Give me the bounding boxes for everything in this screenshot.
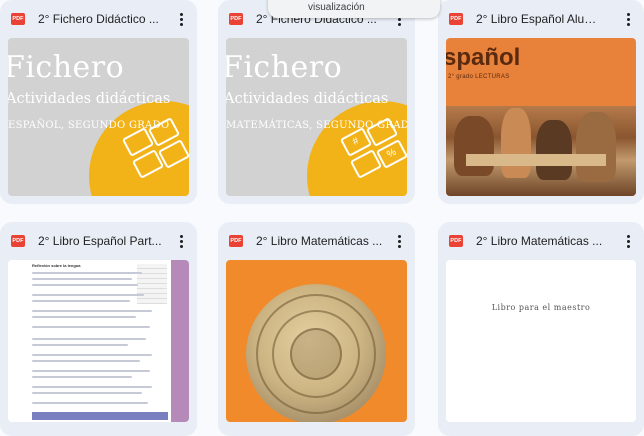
thumbnail-heading: Fichero	[8, 50, 125, 85]
file-title: 2° Libro Matemáticas ...	[476, 234, 603, 248]
file-card[interactable]: PDF 2° Libro Español Part... Reflexión s…	[0, 222, 197, 436]
thumbnail-heading: spañol	[446, 44, 521, 71]
more-vert-icon[interactable]	[171, 231, 191, 251]
tooltip-text: visualización	[308, 2, 365, 13]
file-card[interactable]: PDF 2° Libro Matemáticas ... Libro para …	[438, 222, 644, 436]
file-card-header: PDF 2° Fichero Didáctico ...	[0, 0, 197, 36]
calendar-stone-illustration	[246, 284, 386, 422]
pdf-icon: PDF	[449, 235, 463, 247]
tiles-illustration: # %	[339, 117, 407, 186]
tiles-illustration	[121, 117, 189, 186]
file-title: 2° Fichero Didáctico ...	[38, 12, 159, 26]
pdf-icon: PDF	[11, 235, 25, 247]
more-vert-icon[interactable]	[389, 231, 409, 251]
file-card[interactable]: PDF 2° Libro Español Alum... spañol 2° g…	[438, 0, 644, 204]
file-thumbnail[interactable]: Reflexión sobre la lengua	[8, 260, 189, 422]
thumbnail-subtitle: Actividades didácticas	[8, 91, 171, 107]
more-vert-icon[interactable]	[618, 9, 638, 29]
thumbnail-subtitle: Actividades didácticas	[226, 91, 389, 107]
file-title: 2° Libro Español Part...	[38, 234, 162, 248]
thumbnail-subtitle: 2° grado LECTURAS	[448, 74, 510, 80]
file-thumbnail[interactable]: Fichero Actividades didácticas MATEMÁTIC…	[226, 38, 407, 196]
file-card[interactable]: PDF 2° Fichero Didáctico ... Fichero Act…	[218, 0, 415, 204]
more-vert-icon[interactable]	[618, 231, 638, 251]
mural-illustration	[446, 106, 636, 196]
pdf-icon: PDF	[229, 13, 243, 25]
file-thumbnail[interactable]: spañol 2° grado LECTURAS	[446, 38, 636, 196]
file-card-header: PDF 2° Libro Español Part...	[0, 222, 197, 258]
file-card[interactable]: PDF 2° Fichero Didáctico ... Fichero Act…	[0, 0, 197, 204]
thumbnail-heading: Fichero	[226, 50, 343, 85]
thumbnail-heading: Libro para el maestro	[491, 303, 591, 312]
tooltip: visualización	[268, 0, 440, 18]
file-title: 2° Libro Español Alum...	[476, 12, 604, 26]
file-thumbnail[interactable]: Libro para el maestro	[446, 260, 636, 422]
file-card-header: PDF 2° Libro Matemáticas ...	[438, 222, 644, 258]
pdf-icon: PDF	[11, 13, 25, 25]
file-card-header: PDF 2° Libro Español Alum...	[438, 0, 644, 36]
pdf-icon: PDF	[449, 13, 463, 25]
file-thumbnail[interactable]	[226, 260, 407, 422]
file-card-header: PDF 2° Libro Matemáticas ...	[218, 222, 415, 258]
file-title: 2° Libro Matemáticas ...	[256, 234, 383, 248]
pdf-icon: PDF	[229, 235, 243, 247]
file-thumbnail[interactable]: Fichero Actividades didácticas ESPAÑOL, …	[8, 38, 189, 196]
more-vert-icon[interactable]	[171, 9, 191, 29]
file-card[interactable]: PDF 2° Libro Matemáticas ...	[218, 222, 415, 436]
thumbnail-heading: Reflexión sobre la lengua	[32, 263, 81, 268]
